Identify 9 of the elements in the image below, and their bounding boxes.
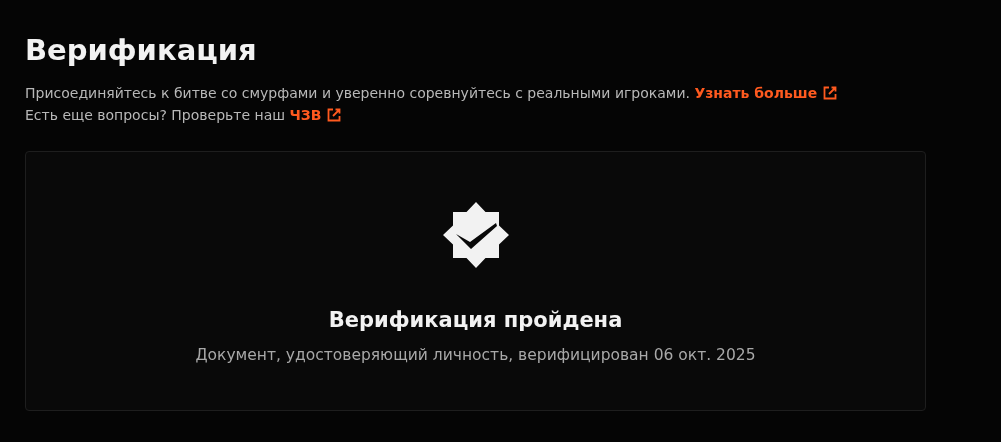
intro-text: Присоединяйтесь к битве со смурфами и уверенно соревнуйтесь с реальными игроками. Узнать больше: [25, 82, 926, 104]
external-link[interactable]: ЧЗВ: [289, 104, 342, 126]
status-detail: Документ, удостоверяющий личность, верифицирован 06 окт. 2025: [195, 345, 756, 366]
external-link-icon: [823, 86, 838, 100]
status-title: Верификация пройдена: [328, 307, 623, 334]
page-title: Верификация: [25, 32, 258, 69]
external-link[interactable]: Узнать больше: [694, 82, 838, 104]
external-link-icon: [327, 108, 342, 122]
intro-text: Есть еще вопросы? Проверьте наш ЧЗВ: [25, 104, 926, 126]
